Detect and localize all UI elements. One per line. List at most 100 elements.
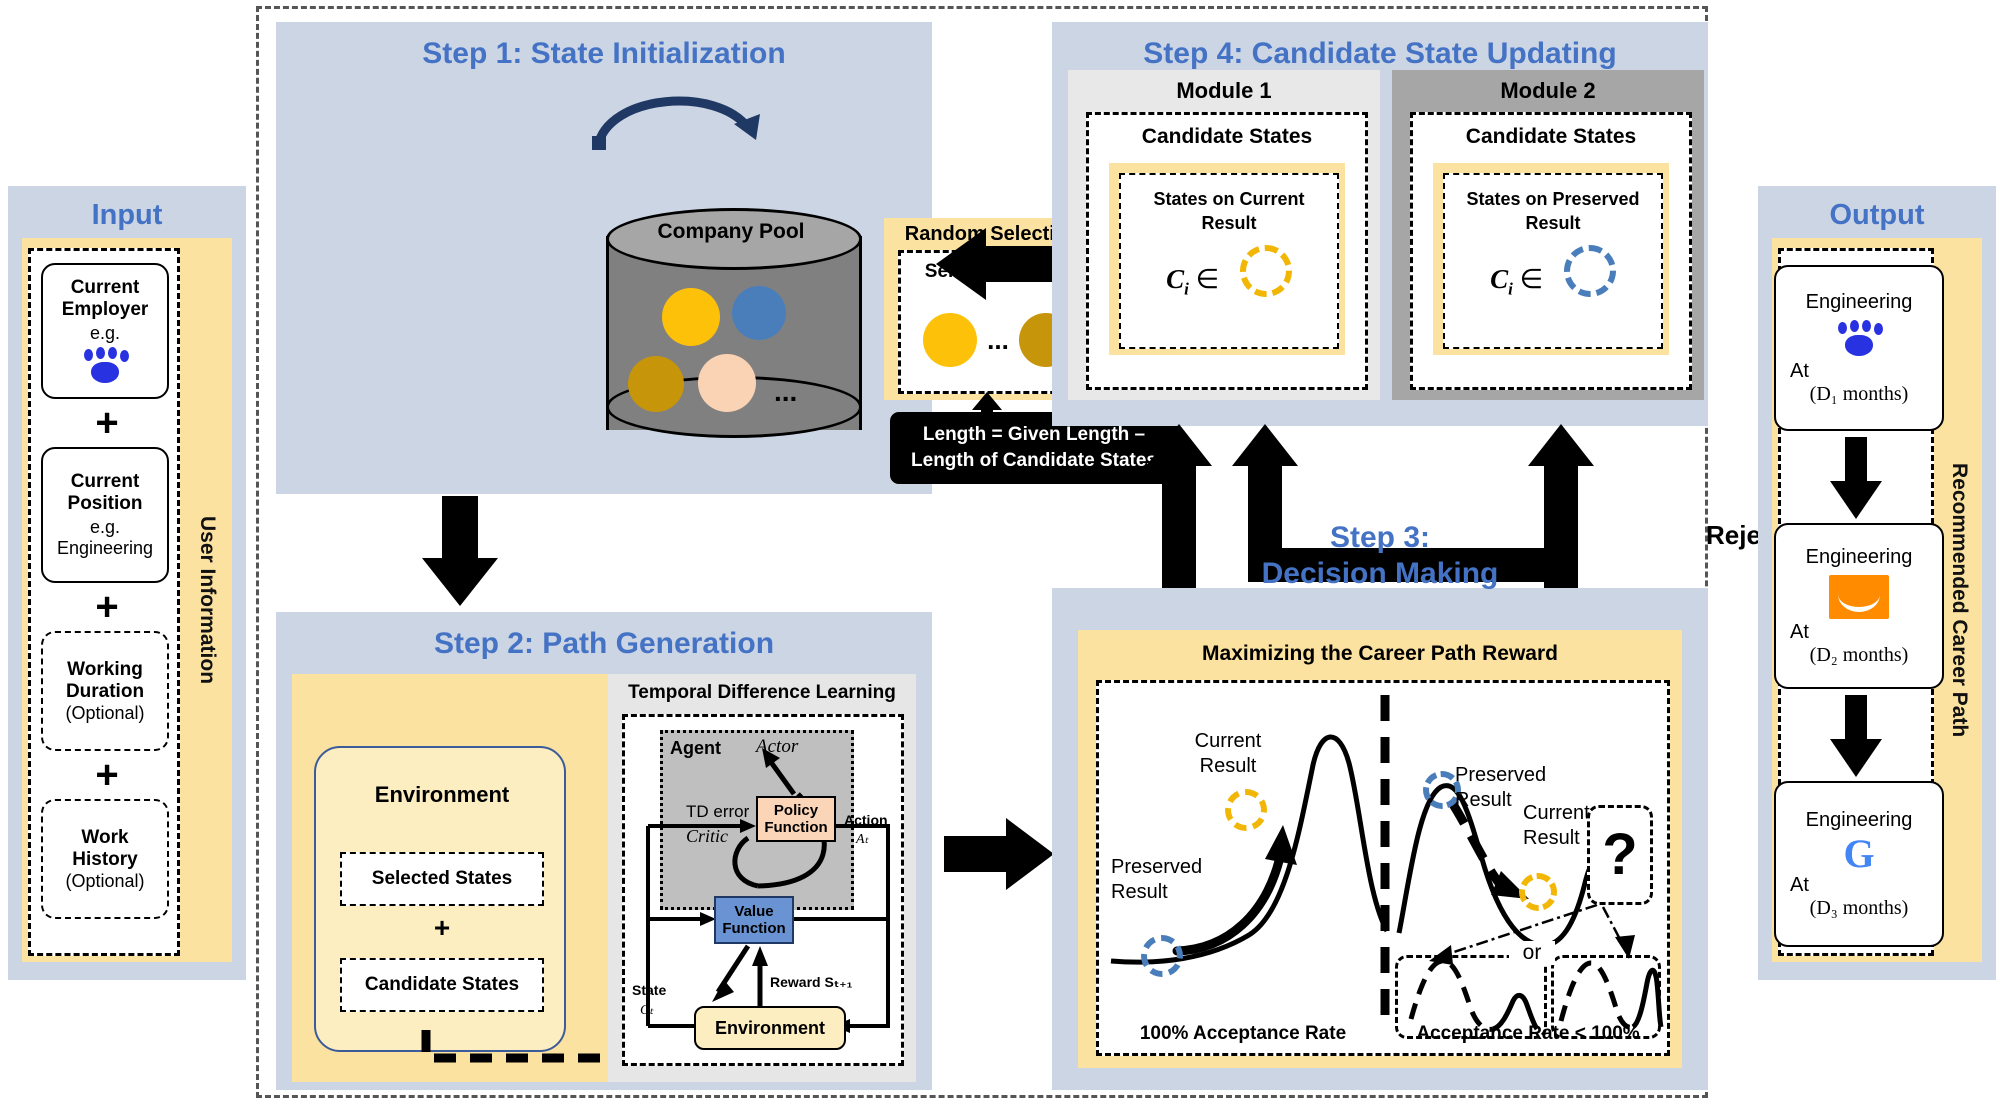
module-1-states-line1: States on Current (1153, 189, 1305, 209)
module-1-title: Module 1 (1176, 78, 1272, 103)
policy-function-box[interactable]: Policy Function (756, 796, 836, 842)
output-card-1[interactable]: Engineering At (D₁ months) (1774, 265, 1944, 431)
left-preserved-result-label: Preserved Result (1111, 855, 1251, 905)
output-card-3-position: Engineering (1805, 808, 1913, 831)
step3-chart-area: Current Result Preserved Result 100% Acc… (1096, 680, 1670, 1056)
input-item-line2: History (72, 848, 138, 870)
module-2-formula-sub: i (1508, 279, 1513, 299)
input-items-container: Current Employer e.g. + Current Position… (28, 248, 180, 956)
module-1-formula-in: ∈ (1195, 264, 1220, 294)
step2-to-step3-arrow-icon (944, 818, 1054, 890)
input-item-line3: e.g. (89, 517, 121, 537)
left-current-result-label: Current Result (1163, 729, 1293, 779)
module-1-candidate-states-box: Candidate States States on Current Resul… (1086, 112, 1368, 390)
reward-label: Reward Sₜ₊₁ (770, 974, 853, 990)
right-current-result-ring-icon (1519, 873, 1557, 911)
module-1-formula-c: C (1166, 264, 1185, 294)
input-item-line4: Engineering (56, 538, 154, 558)
temporal-difference-learning-panel: Temporal Difference Learning Agent Actor… (608, 674, 916, 1082)
input-item-line1: Current (70, 471, 140, 492)
input-item-current-employer[interactable]: Current Employer e.g. (41, 263, 169, 399)
output-card-3-duration: (D₃ months) (1809, 896, 1909, 919)
right-current-l2: Result (1523, 827, 1580, 849)
step1-to-step2-arrow-icon (422, 496, 498, 606)
output-panel: Output Recommended Career Path Engineeri… (1758, 186, 1996, 980)
input-item-current-position[interactable]: Current Position e.g. Engineering (41, 447, 169, 583)
baidu-logo-icon (79, 347, 131, 385)
step4-title: Step 4: Candidate State Updating (1143, 37, 1617, 70)
policy-function-line2: Function (764, 819, 828, 836)
module-1-candidate-states-label: Candidate States (1141, 125, 1313, 148)
baidu-logo-icon (1833, 319, 1885, 358)
company-pool-cylinder: Company Pool ... (606, 208, 862, 458)
module-2-formula-c: C (1490, 264, 1509, 294)
environment-plus: + (433, 912, 451, 943)
input-item-line1: Work (81, 826, 129, 848)
output-card-2[interactable]: Engineering At (D₂ months) (1774, 523, 1944, 689)
pool-dot-blue (732, 286, 786, 340)
right-current-result-label: Current Result (1523, 801, 1590, 851)
output-card-3[interactable]: Engineering G At (D₃ months) (1774, 781, 1944, 947)
input-item-line2: Position (67, 493, 143, 514)
input-item-work-history[interactable]: Work History (Optional) (41, 799, 169, 919)
module-2-formula: Ci ∈ (1445, 245, 1661, 299)
user-information-label: User Information (196, 515, 219, 685)
environment-card: Environment Selected States + Candidate … (314, 746, 566, 1052)
step3-title-line1: Step 3: (1329, 521, 1431, 554)
pool-dot-peach (698, 354, 756, 412)
input-item-line2: Duration (65, 680, 145, 702)
module-1-formula-sub: i (1184, 279, 1189, 299)
input-item-working-duration[interactable]: Working Duration (Optional) (41, 631, 169, 751)
pool-ellipsis: ... (774, 376, 798, 407)
input-item-line3: (Optional) (65, 702, 145, 723)
module-1-states-line2: Result (1201, 213, 1257, 233)
left-current-l2: Result (1199, 755, 1257, 777)
input-item-line1: Current (70, 277, 140, 298)
candidate-states-item[interactable]: Candidate States (340, 958, 544, 1012)
module-1: Module 1 Candidate States States on Curr… (1068, 70, 1380, 400)
left-preserved-result-ring-icon (1141, 935, 1183, 977)
module-2-candidate-states-box: Candidate States States on Preserved Res… (1410, 112, 1692, 390)
right-caption: Acceptance Rate < 100% (1416, 1023, 1640, 1044)
module-2-title: Module 2 (1500, 78, 1596, 103)
left-current-result-ring-icon (1225, 789, 1267, 831)
step3-title: Step 3: Decision Making (1170, 520, 1590, 610)
module-1-formula: Ci ∈ (1121, 245, 1337, 299)
input-panel: Input User Information Current Employer … (8, 186, 246, 980)
output-card-2-at: At (1790, 620, 1809, 643)
left-preserved-l2: Result (1111, 881, 1168, 903)
output-card-1-duration: (D₁ months) (1809, 382, 1909, 405)
output-panel-title: Output (1829, 199, 1925, 231)
step1-panel: Step 1: State Initialization Company Poo… (276, 22, 1178, 494)
step3-panel-title: Maximizing the Career Path Reward (1202, 642, 1558, 665)
output-arrow-1-icon (1830, 437, 1882, 519)
action-label: Action (844, 812, 888, 828)
output-card-1-at: At (1790, 359, 1809, 382)
state-symbol: Cₜ (640, 1003, 654, 1018)
input-separator-plus-3: + (95, 753, 119, 797)
module-1-states-box[interactable]: States on Current Result Ci ∈ (1119, 173, 1339, 349)
left-current-l1: Current (1194, 730, 1262, 752)
selected-states-item[interactable]: Selected States (340, 852, 544, 906)
action-symbol: Aₜ (856, 832, 869, 847)
right-preserved-l1: Preserved (1455, 764, 1547, 786)
step3-reward-panel: Maximizing the Career Path Reward Curren… (1078, 630, 1682, 1068)
input-item-line3: e.g. (89, 323, 121, 343)
left-caption: 100% Acceptance Rate (1139, 1023, 1347, 1044)
value-function-line1: Value (734, 903, 774, 920)
module-2-states-band: States on Preserved Result Ci ∈ (1433, 163, 1669, 355)
module-2-states-box[interactable]: States on Preserved Result Ci ∈ (1443, 173, 1663, 349)
selected-ellipsis: ... (987, 324, 1009, 355)
company-pool-label: Company Pool (657, 220, 805, 243)
output-card-3-at: At (1790, 873, 1809, 896)
step2-title: Step 2: Path Generation (433, 627, 775, 660)
step4-to-step1-arrow-icon (936, 228, 1052, 300)
or-label: or (1509, 941, 1555, 965)
state-label: State (632, 982, 667, 998)
tdl-environment-box[interactable]: Environment (694, 1006, 846, 1050)
value-function-box[interactable]: Value Function (714, 896, 794, 944)
recycle-arrow-icon (592, 96, 760, 150)
module-2-candidate-states-label: Candidate States (1465, 125, 1637, 148)
module-2-states-line1: States on Preserved (1466, 189, 1640, 209)
module-2-states-line2: Result (1525, 213, 1581, 233)
